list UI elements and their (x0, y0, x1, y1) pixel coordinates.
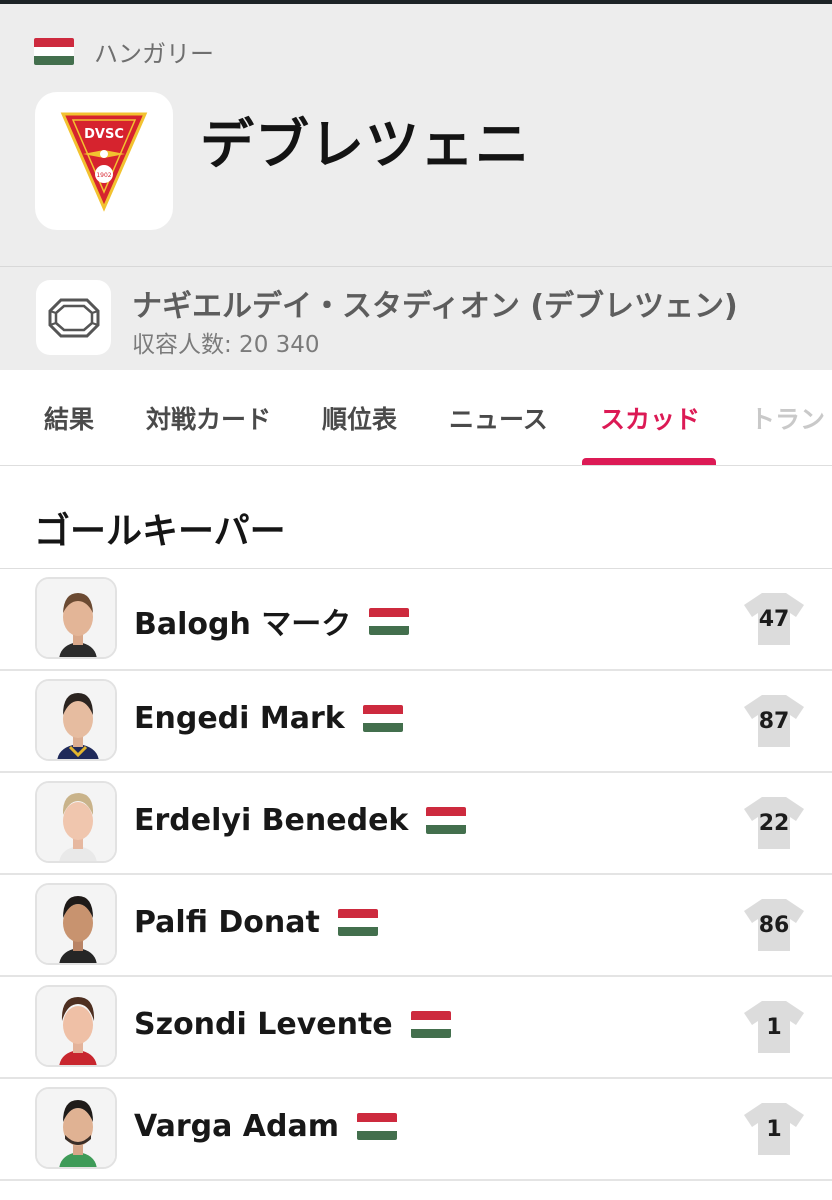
shirt-number-badge: 47 (742, 591, 806, 647)
player-avatar (35, 883, 117, 965)
country-link[interactable]: ハンガリー (34, 34, 214, 69)
shirt-number: 86 (758, 913, 790, 938)
player-row[interactable]: Varga Adam 1 (0, 1079, 832, 1181)
team-name: デブレツェニ (200, 113, 530, 176)
section-title: ゴールキーパー (34, 511, 286, 552)
dvsc-crest-icon: DVSC 1902 (60, 112, 148, 212)
player-name: Engedi Mark (134, 701, 345, 736)
shirt-number-badge: 87 (742, 693, 806, 749)
stadium-icon (48, 298, 100, 338)
shirt-number: 87 (758, 709, 790, 734)
hungary-flag-icon (356, 1113, 397, 1140)
hungary-flag-icon (362, 705, 403, 732)
player-name: Szondi Levente (134, 1007, 393, 1042)
team-logo: DVSC 1902 (35, 92, 173, 230)
player-avatar (35, 985, 117, 1067)
hungary-flag-icon (34, 38, 74, 65)
stadium-icon-box (36, 280, 111, 355)
shirt-number: 1 (766, 1117, 782, 1142)
shirt-number-badge: 22 (742, 795, 806, 851)
player-name: Erdelyi Benedek (134, 803, 409, 838)
player-avatar (35, 781, 117, 863)
player-avatar (35, 1087, 117, 1169)
player-row[interactable]: Palfi Donat 86 (0, 875, 832, 977)
player-row[interactable]: Balogh マーク 47 (0, 569, 832, 671)
tab-news[interactable]: ニュース (449, 400, 548, 436)
hungary-flag-icon (426, 807, 467, 834)
crest-year: 1902 (96, 172, 111, 179)
team-tabs: 結果 対戦カード 順位表 ニュース スカッド トラン (0, 370, 832, 466)
shirt-number: 47 (758, 607, 790, 632)
player-row[interactable]: Engedi Mark 87 (0, 671, 832, 773)
player-name: Varga Adam (134, 1109, 339, 1144)
tab-results[interactable]: 結果 (44, 400, 94, 436)
active-tab-indicator (582, 458, 716, 465)
tab-standings[interactable]: 順位表 (322, 400, 397, 436)
crest-text: DVSC (84, 127, 124, 142)
player-name: Palfi Donat (134, 905, 320, 940)
tab-transfers[interactable]: トラン (750, 400, 825, 436)
shirt-number-badge: 1 (742, 1101, 806, 1157)
player-name: Balogh マーク (134, 607, 352, 642)
tab-fixtures[interactable]: 対戦カード (146, 400, 271, 436)
stadium-name[interactable]: ナギエルデイ・スタディオン (デブレツェン) (132, 281, 738, 325)
hungary-flag-icon (369, 607, 410, 635)
shirt-number: 22 (758, 811, 790, 836)
player-list: Balogh マーク 47 Engedi Mark 87 Erdelyi Ben… (0, 569, 832, 1181)
shirt-number-badge: 1 (742, 999, 806, 1055)
hungary-flag-icon (337, 909, 378, 936)
player-avatar (35, 577, 117, 659)
shirt-number-badge: 86 (742, 897, 806, 953)
country-name: ハンガリー (94, 40, 214, 68)
hungary-flag-icon (410, 1011, 451, 1038)
player-avatar (35, 679, 117, 761)
tab-squad[interactable]: スカッド (600, 400, 700, 436)
stadium-info: ナギエルデイ・スタディオン (デブレツェン) 収容人数: 20 340 (0, 266, 832, 370)
shirt-number: 1 (766, 1015, 782, 1040)
stadium-capacity: 収容人数: 20 340 (132, 332, 320, 358)
player-row[interactable]: Erdelyi Benedek 22 (0, 773, 832, 875)
team-header: ハンガリー DVSC 1902 デブレツェニ (0, 4, 832, 266)
player-row[interactable]: Szondi Levente 1 (0, 977, 832, 1079)
